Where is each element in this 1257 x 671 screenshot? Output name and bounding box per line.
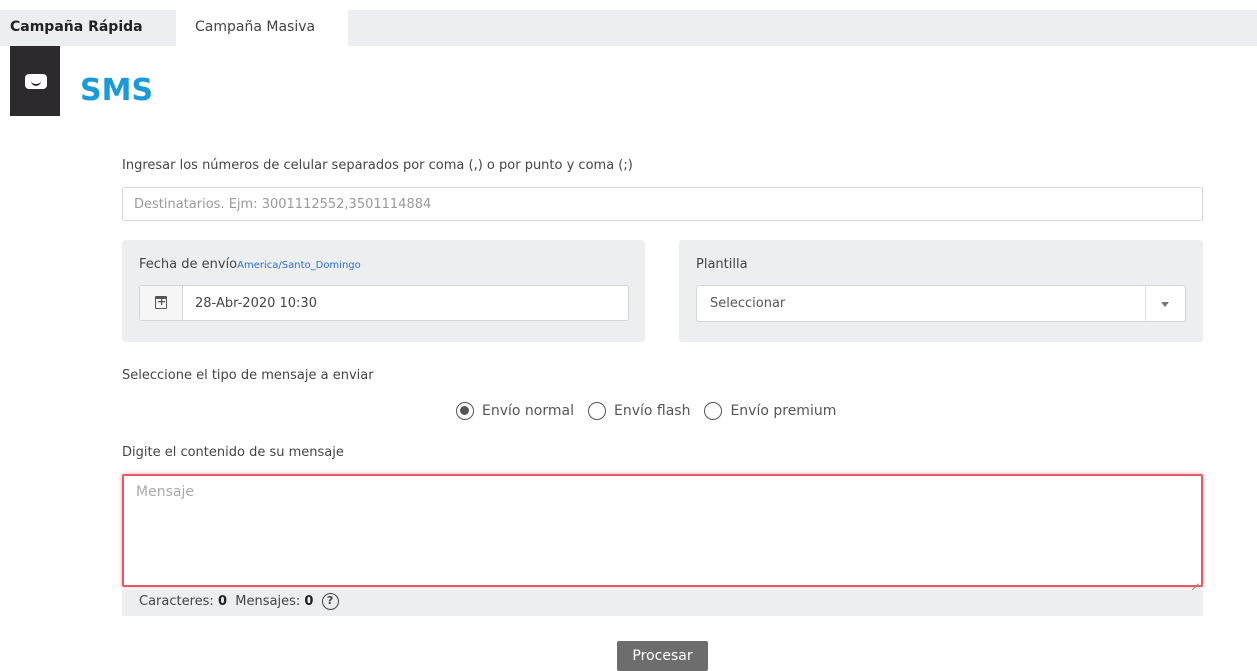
- message-type-label: Seleccione el tipo de mensaje a enviar: [122, 368, 374, 383]
- help-icon[interactable]: ?: [321, 593, 339, 610]
- message-label: Digite el contenido de su mensaje: [122, 445, 344, 460]
- chevron-down-icon[interactable]: [1145, 286, 1185, 321]
- radio-premium[interactable]: Envío premium: [704, 402, 836, 420]
- recipients-label: Ingresar los números de celular separado…: [122, 158, 633, 173]
- process-button[interactable]: Procesar: [617, 641, 708, 671]
- radio-checked-icon: [456, 402, 474, 420]
- radio-normal-label: Envío normal: [482, 403, 574, 419]
- template-select[interactable]: Seleccionar: [696, 285, 1186, 322]
- page-title: SMS: [80, 73, 154, 108]
- send-date-panel: Fecha de envíoAmerica/Santo_Domingo: [122, 240, 645, 342]
- calendar-button[interactable]: [140, 286, 183, 320]
- timezone-label: America/Santo_Domingo: [237, 260, 361, 271]
- tab-bulk-campaign[interactable]: Campaña Masiva: [176, 10, 348, 46]
- radio-normal[interactable]: Envío normal: [456, 402, 574, 420]
- send-date-label: Fecha de envíoAmerica/Santo_Domingo: [139, 257, 361, 272]
- tab-quick-campaign[interactable]: Campaña Rápida: [0, 10, 176, 46]
- message-counter: Caracteres: 0 Mensajes: 0 ?: [122, 590, 1203, 616]
- message-type-radios: Envío normal Envío flash Envío premium: [456, 402, 850, 420]
- radio-flash[interactable]: Envío flash: [587, 402, 691, 420]
- template-selected: Seleccionar: [710, 296, 786, 311]
- send-date-label-text: Fecha de envío: [139, 257, 238, 272]
- message-textarea[interactable]: [122, 474, 1203, 587]
- template-label: Plantilla: [696, 257, 748, 272]
- message-icon: [10, 46, 60, 116]
- radio-unchecked-icon: [704, 402, 723, 420]
- radio-unchecked-icon: [587, 402, 606, 420]
- resize-handle[interactable]: [1190, 575, 1200, 585]
- radio-premium-label: Envío premium: [730, 403, 837, 419]
- chars-count: 0: [217, 594, 227, 609]
- recipients-input[interactable]: [122, 187, 1203, 221]
- calendar-icon: [155, 295, 167, 309]
- msgs-count: 0: [304, 594, 314, 609]
- template-panel: Plantilla Seleccionar: [679, 240, 1203, 342]
- radio-flash-label: Envío flash: [613, 403, 691, 419]
- tab-bar: Campaña Rápida Campaña Masiva: [0, 10, 1257, 46]
- send-date-input[interactable]: [183, 286, 628, 320]
- send-date-field: [139, 285, 629, 321]
- chars-label: Caracteres:: [139, 594, 214, 609]
- msgs-label: Mensajes:: [235, 594, 301, 609]
